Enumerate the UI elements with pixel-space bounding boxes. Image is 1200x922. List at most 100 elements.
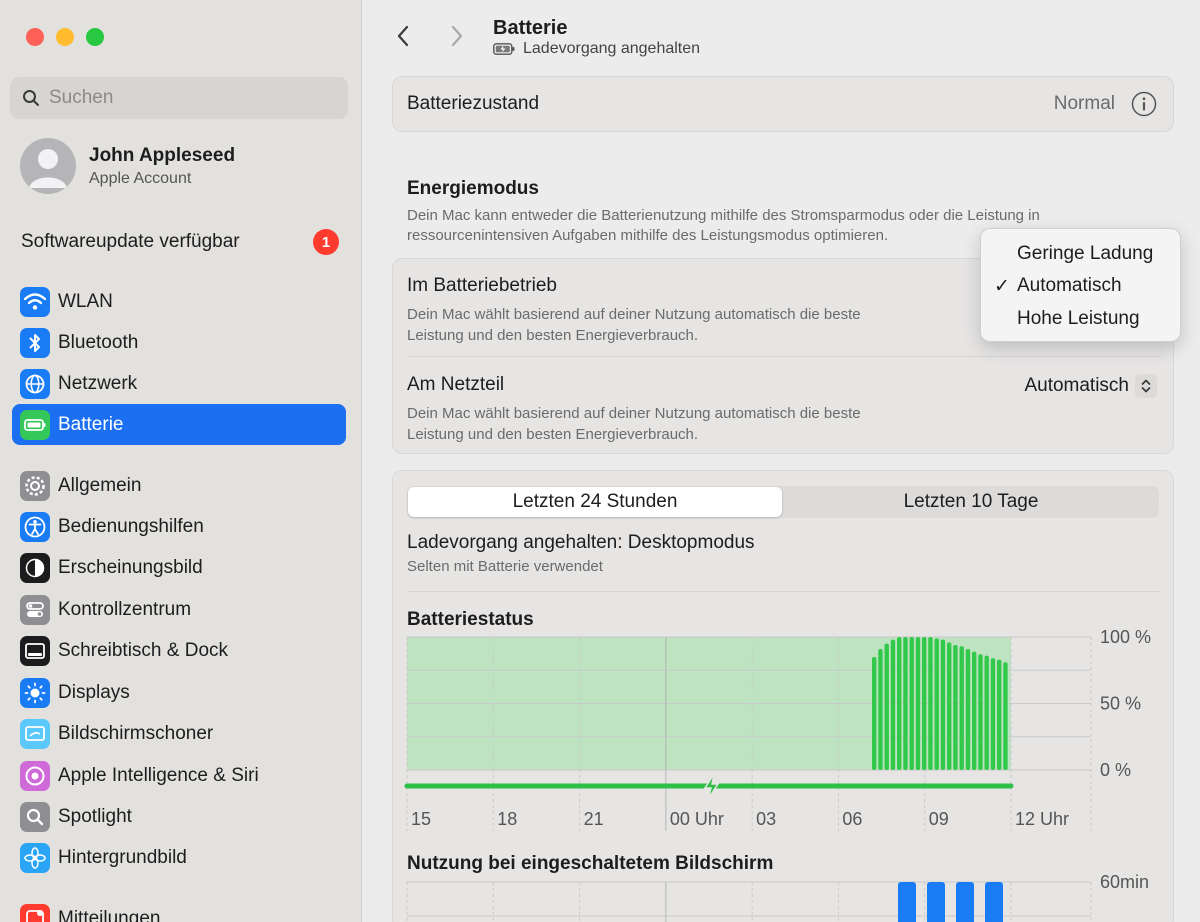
sidebar-item-batterie[interactable]: Batterie (12, 404, 346, 445)
battery-health-value: Normal (1053, 93, 1115, 114)
sidebar-item-bildschirmschoner[interactable]: Bildschirmschoner (12, 713, 346, 754)
sidebar-item-label: Bildschirmschoner (58, 722, 214, 744)
account-name: John Appleseed (89, 144, 236, 166)
sidebar-item-hintergrundbild[interactable]: Hintergrundbild (12, 837, 346, 878)
sidebar-item-apple-intelligence-siri[interactable]: Apple Intelligence & Siri (12, 755, 346, 796)
forward-button[interactable] (450, 24, 464, 48)
search-placeholder: Suchen (49, 87, 114, 108)
sidebar-item-erscheinungsbild[interactable]: Erscheinungsbild (12, 547, 346, 588)
battery-level-bar (959, 646, 964, 770)
sidebar-item-label: Kontrollzentrum (58, 598, 192, 620)
menu-item-automatic[interactable]: ✓ Automatisch (981, 270, 1182, 302)
sidebar-item-kontrollzentrum[interactable]: Kontrollzentrum (12, 589, 346, 630)
y-tick-label: 100 % (1100, 627, 1151, 647)
y-tick-label: 50 % (1100, 694, 1141, 714)
battery-level-bar (978, 654, 983, 770)
x-tick-label: 06 (842, 809, 862, 829)
charging-status-detail: Selten mit Batterie verwendet (407, 558, 603, 575)
avatar (20, 138, 76, 194)
energy-mode-title: Energiemodus (407, 178, 539, 199)
time-range-segmented-control: Letzten 24 Stunden Letzten 10 Tage (407, 486, 1159, 518)
charging-bolt-icon (703, 773, 720, 800)
charging-status: Ladevorgang angehalten: Desktopmodus (407, 532, 755, 553)
menu-item-label: Automatisch (1017, 275, 1122, 296)
close-window-button[interactable] (26, 28, 44, 46)
battery-level-bar (972, 651, 977, 770)
zoom-window-button[interactable] (86, 28, 104, 46)
sidebar-item-label: Netzwerk (58, 372, 138, 394)
sidebar-item-label: Hintergrundbild (58, 846, 187, 868)
power-adapter-description-line: Dein Mac wählt basierend auf deiner Nutz… (407, 405, 861, 422)
control-center-icon (20, 594, 50, 625)
battery-level-bar (922, 637, 927, 770)
minimize-window-button[interactable] (56, 28, 74, 46)
sidebar-item-label: Spotlight (58, 805, 132, 827)
power-adapter-description: Dein Mac wählt basierend auf deiner Nutz… (407, 403, 1159, 445)
battery-mode-dropdown-menu: Geringe Ladung ✓ Automatisch Hohe Leistun… (980, 228, 1181, 342)
battery-health-label: Batteriezustand (407, 93, 540, 114)
sidebar: Suchen John Appleseed Apple Account Soft… (0, 0, 362, 922)
battery-level-bar (997, 659, 1002, 770)
sidebar-item-netzwerk[interactable]: Netzwerk (12, 363, 346, 404)
sidebar-item-bedienungshilfen[interactable]: Bedienungshilfen (12, 506, 346, 547)
sidebar-item-label: Batterie (58, 413, 124, 435)
sidebar-item-allgemein[interactable]: Allgemein (12, 465, 346, 506)
x-tick-label: 15 (411, 809, 431, 829)
battery-charging-icon (493, 43, 515, 55)
menu-item-high-power[interactable]: Hohe Leistung (981, 303, 1182, 335)
divider (407, 356, 1161, 357)
menu-item-label: Hohe Leistung (1017, 308, 1140, 329)
toolbar: Batterie Ladevorgang angehalten (362, 0, 1200, 70)
sidebar-item-bluetooth[interactable]: Bluetooth (12, 322, 346, 363)
screensaver-icon (20, 718, 50, 749)
divider (407, 591, 1159, 592)
search-input[interactable]: Suchen (10, 77, 348, 119)
account-subtitle: Apple Account (89, 169, 192, 187)
sidebar-item-schreibtisch-dock[interactable]: Schreibtisch & Dock (12, 630, 346, 671)
info-icon[interactable] (1131, 91, 1157, 117)
screen-usage-bar (985, 882, 1003, 922)
battery-level-bar (934, 638, 939, 770)
checkmark-icon: ✓ (994, 275, 1010, 297)
sidebar-item-label: Displays (58, 681, 130, 703)
sun-icon (20, 677, 50, 708)
tab-last-24-hours[interactable]: Letzten 24 Stunden (408, 487, 782, 517)
back-button[interactable] (396, 24, 410, 48)
battery-level-bar (909, 637, 914, 770)
battery-level-bar (928, 637, 933, 770)
x-tick-label: 12 Uhr (1015, 809, 1069, 829)
battery-level-bar (940, 639, 946, 770)
sidebar-item-spotlight[interactable]: Spotlight (12, 796, 346, 837)
x-tick-label: 09 (929, 809, 949, 829)
globe-icon (20, 368, 50, 399)
appearance-icon (20, 552, 50, 583)
sidebar-item-label: Apple Intelligence & Siri (58, 764, 259, 786)
x-tick-label: 21 (584, 809, 604, 829)
x-tick-label: 03 (756, 809, 776, 829)
gear-icon (20, 470, 50, 501)
sidebar-item-mitteilungen[interactable]: Mitteilungen (12, 898, 346, 922)
x-tick-label: 00 Uhr (670, 809, 724, 829)
sidebar-item-label: Erscheinungsbild (58, 556, 203, 578)
power-adapter-mode-select[interactable]: Automatisch (1024, 374, 1157, 398)
bluetooth-icon (20, 327, 50, 358)
account-row[interactable]: John Appleseed Apple Account (20, 138, 235, 194)
y-tick-label: 0 % (1100, 760, 1131, 780)
sidebar-item-label: Bluetooth (58, 331, 139, 353)
battery-level-bar (947, 642, 952, 770)
page-subtitle: Ladevorgang angehalten (493, 40, 700, 58)
menu-item-low-power[interactable]: Geringe Ladung (981, 238, 1182, 270)
page-subtitle-text: Ladevorgang angehalten (523, 40, 701, 57)
sidebar-item-label: WLAN (58, 290, 113, 312)
wifi-icon (20, 286, 50, 317)
sidebar-item-displays[interactable]: Displays (12, 672, 346, 713)
battery-level-bar (915, 637, 921, 770)
tab-label: Letzten 10 Tage (903, 491, 1039, 512)
battery-level-bar (1003, 662, 1008, 770)
y-tick-label: 60min (1100, 872, 1149, 892)
battery-level-bar (878, 648, 883, 770)
sidebar-item-label: Schreibtisch & Dock (58, 639, 229, 661)
tab-last-10-days[interactable]: Letzten 10 Tage (783, 486, 1159, 518)
sidebar-item-wlan[interactable]: WLAN (12, 281, 346, 322)
software-update-row[interactable]: Softwareupdate verfügbar 1 (21, 229, 339, 255)
